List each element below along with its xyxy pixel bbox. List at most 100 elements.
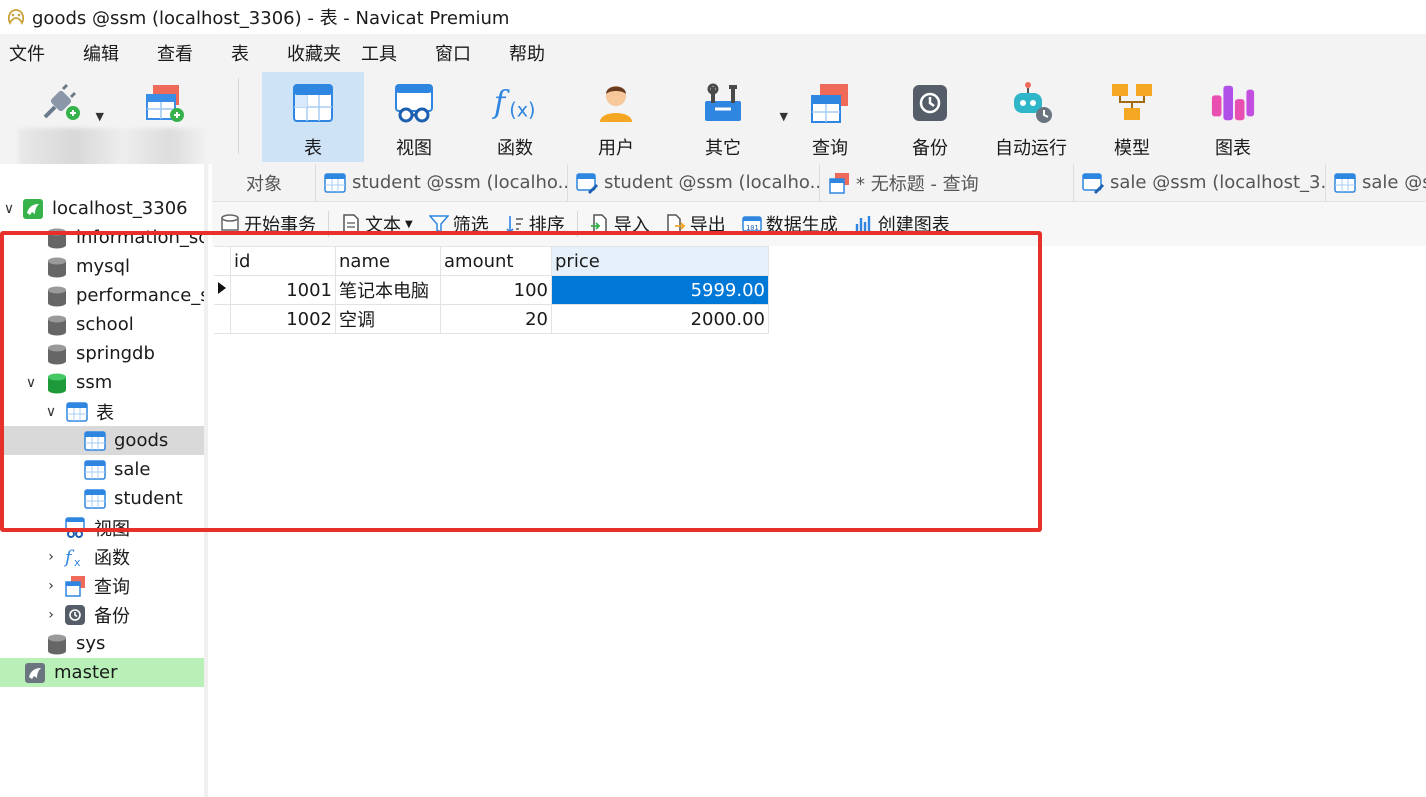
cell-amount[interactable]: 100 [440,275,552,305]
text-button[interactable]: 文本 ▼ [341,211,413,237]
table-row[interactable]: 1001 笔记本电脑 100 5999.00 [214,275,769,305]
toolbar-query-button[interactable]: 查询 [780,72,880,162]
tree-db-performance-schema[interactable]: performance_sc [0,281,204,310]
chevron-down-icon[interactable]: ▼ [405,219,413,230]
create-chart-button[interactable]: 创建图表 [854,211,950,237]
menu-view[interactable]: 查看 [148,40,222,66]
tree-db-mysql[interactable]: mysql [0,252,204,281]
tree-table-goods[interactable]: goods [0,426,204,455]
toolbar-function-label: 函数 [497,138,533,159]
row-header[interactable] [214,304,231,334]
sort-button[interactable]: 排序 [505,211,565,237]
chevron-down-icon[interactable]: ∨ [2,201,16,217]
tree-table-label: goods [114,430,169,451]
tab-untitled-query[interactable]: * 无标题 - 查询 [820,163,1074,202]
tree-db-school[interactable]: school [0,310,204,339]
cell-name[interactable]: 笔记本电脑 [335,275,441,305]
cell-price[interactable]: 2000.00 [551,304,769,334]
column-header-price[interactable]: price [551,246,769,276]
column-header-id[interactable]: id [230,246,336,276]
toolbar-autorun-button[interactable]: 自动运行 [980,72,1082,162]
tree-db-sys[interactable]: sys [0,629,204,658]
column-header-name[interactable]: name [335,246,441,276]
tab-label: student @ssm (localho... [604,172,820,193]
chevron-right-icon[interactable]: › [44,578,58,594]
toolbar-view-button[interactable]: 视图 [364,72,464,162]
tab-student-table[interactable]: student @ssm (localho... [316,163,568,202]
database-icon [48,286,66,306]
bar-chart-icon [855,216,870,232]
toolbar-chart-label: 图表 [1215,138,1251,159]
toolbar-chart-button[interactable]: 图表 [1182,72,1284,162]
menu-tools[interactable]: 工具 [352,40,426,66]
svg-text:(x): (x) [509,98,535,121]
tree-ssm-backups[interactable]: › 备份 [0,600,204,629]
query-icon [65,575,85,597]
toolbar-model-button[interactable]: 模型 [1082,72,1182,162]
column-header-amount[interactable]: amount [440,246,552,276]
cell-id[interactable]: 1001 [230,275,336,305]
tab-student-design[interactable]: student @ssm (localho... [568,163,820,202]
import-icon [590,214,607,234]
chevron-down-icon[interactable]: ∨ [44,404,58,420]
tree-table-label: student [114,488,183,509]
filter-button[interactable]: 筛选 [428,211,489,237]
filter-icon [428,215,449,234]
tree-ssm-tables[interactable]: ∨ 表 [0,397,204,426]
chevron-right-icon[interactable]: › [44,607,58,623]
tree-ssm-functions[interactable]: › fx 函数 [0,542,204,571]
toolbar-table-button[interactable]: 表 [262,72,364,162]
tree-table-student[interactable]: student [0,484,204,513]
tree-functions-label: 函数 [94,547,130,569]
function-icon: fx [64,547,81,568]
tree-db-ssm[interactable]: ∨ ssm [0,368,204,397]
tree-connection-master[interactable]: master [0,658,204,687]
window-title: goods @ssm (localhost_3306) - 表 - Navica… [32,8,510,29]
cell-price-selected[interactable]: 5999.00 [551,275,769,305]
toolbar-backup-button[interactable]: 备份 [880,72,980,162]
cell-name[interactable]: 空调 [335,304,441,334]
database-icon [48,228,66,248]
cell-amount[interactable]: 20 [440,304,552,334]
tree-connection[interactable]: ∨ localhost_3306 [0,194,204,223]
menu-table[interactable]: 表 [222,40,278,66]
import-button[interactable]: 导入 [590,211,650,237]
chevron-down-icon[interactable]: ▼ [96,110,104,123]
table-row[interactable]: 1002 空调 20 2000.00 [214,304,769,334]
toolbar-user-button[interactable]: 用户 [566,72,666,162]
table-design-icon [1082,172,1104,194]
toolbar-function-button[interactable]: f (x) 函数 [464,72,566,162]
tree-table-sale[interactable]: sale [0,455,204,484]
chevron-right-icon[interactable]: › [44,549,58,565]
export-button[interactable]: 导出 [666,211,726,237]
cell-id[interactable]: 1002 [230,304,336,334]
tree-ssm-queries[interactable]: › 查询 [0,571,204,600]
begin-transaction-button[interactable]: 开始事务 [220,211,316,237]
tree-tables-label: 表 [96,402,114,424]
menu-help[interactable]: 帮助 [500,40,574,66]
tree-db-springdb[interactable]: springdb [0,339,204,368]
table-icon [84,488,106,509]
toolbar-backup-label: 备份 [912,138,948,159]
data-generation-icon: 101 [741,216,762,232]
tree-db-information-schema[interactable]: information_sch [0,223,204,252]
svg-text:f: f [492,86,510,121]
menu-favorites[interactable]: 收藏夹 [278,40,352,66]
svg-text:x: x [74,556,81,568]
menu-file[interactable]: 文件 [0,40,74,66]
tree-connection-label: localhost_3306 [52,198,188,219]
chevron-down-icon[interactable]: ∨ [24,375,38,391]
tree-ssm-views[interactable]: 视图 [0,513,204,542]
menu-edit[interactable]: 编辑 [74,40,148,66]
tab-sale-design[interactable]: sale @ssm (localhost_3... [1074,163,1326,202]
current-row-indicator-icon[interactable] [214,275,231,305]
tree-backups-label: 备份 [94,605,130,627]
toolbar-separator [238,78,239,154]
tab-objects[interactable]: 对象 [212,163,316,202]
title-bar: goods @ssm (localhost_3306) - 表 - Navica… [0,0,1426,34]
object-toolbar: 开始事务 文本 ▼ 筛选 排序 导入 导出 101 数据生成 创建图表 [212,202,1426,246]
toolbar-other-button[interactable]: 其它 ▼ [672,72,788,162]
tab-sale-table[interactable]: sale @ss [1326,164,1426,202]
menu-window[interactable]: 窗口 [426,40,500,66]
data-generation-button[interactable]: 101 数据生成 [741,211,838,237]
